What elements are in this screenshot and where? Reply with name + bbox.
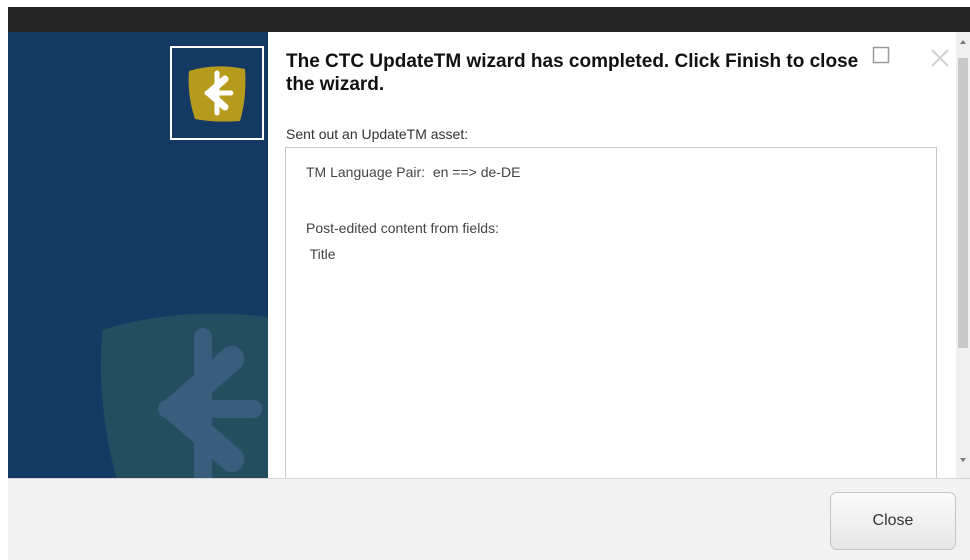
- fields-label-text: Post-edited content from fields:: [306, 220, 499, 236]
- sent-asset-label: Sent out an UpdateTM asset:: [286, 126, 469, 142]
- vertical-scrollbar[interactable]: [956, 32, 970, 478]
- language-pair-text: TM Language Pair: en ==> de-DE: [306, 164, 521, 180]
- completion-heading: The CTC UpdateTM wizard has completed. C…: [286, 51, 859, 95]
- scroll-down-arrow-icon[interactable]: [960, 458, 966, 462]
- logo-frame: [170, 46, 264, 140]
- wizard-sidebar: [8, 32, 268, 478]
- scroll-up-arrow-icon[interactable]: [960, 40, 966, 44]
- close-button[interactable]: Close: [830, 492, 956, 550]
- ctc-watermark-icon: [100, 313, 268, 478]
- scrollbar-thumb[interactable]: [958, 58, 968, 348]
- details-textarea[interactable]: TM Language Pair: en ==> de-DE Post-edit…: [285, 147, 937, 487]
- wizard-content: The CTC UpdateTM wizard has completed. C…: [268, 32, 956, 487]
- maximize-icon[interactable]: [872, 46, 890, 64]
- ctc-logo-icon: [188, 66, 246, 122]
- window-titlebar[interactable]: [8, 0, 970, 32]
- close-x-icon[interactable]: [928, 46, 952, 70]
- dialog-footer: Close: [8, 478, 970, 560]
- outer-margin: [0, 0, 8, 560]
- field-item-title: Title: [306, 246, 336, 262]
